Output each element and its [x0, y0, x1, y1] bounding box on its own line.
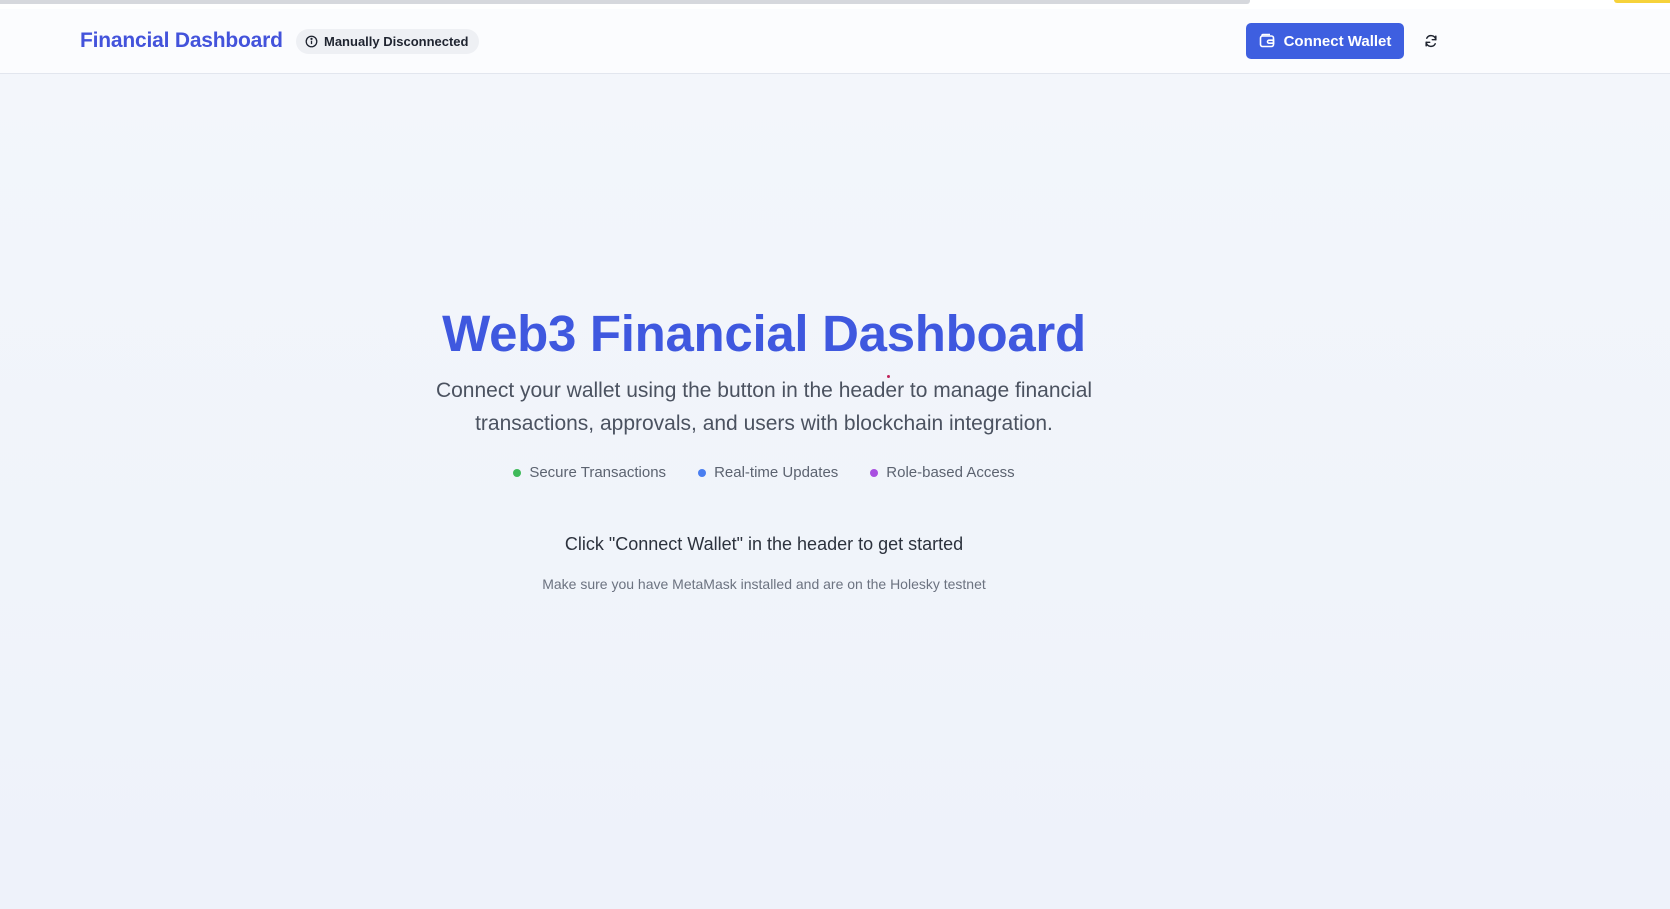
connect-wallet-label: Connect Wallet: [1283, 32, 1392, 50]
blue-dot-icon: [698, 468, 707, 477]
feature-label: Secure Transactions: [529, 464, 667, 481]
browser-top-strip: [0, 0, 1670, 9]
hero-title: Web3 Financial Dashboard: [442, 305, 1086, 362]
feature-label: Role-based Access: [886, 464, 1015, 481]
green-dot-icon: [513, 468, 522, 477]
connect-wallet-button[interactable]: Connect Wallet: [1246, 23, 1404, 59]
scroll-track: [0, 0, 1250, 4]
main-content: Web3 Financial Dashboard Connect your wa…: [0, 74, 1670, 909]
brand-title[interactable]: Financial Dashboard: [80, 29, 283, 53]
feature-realtime-updates: Real-time Updates: [698, 464, 838, 481]
mouse-cursor: [887, 375, 890, 378]
refresh-button[interactable]: [1420, 30, 1442, 52]
feature-label: Real-time Updates: [714, 464, 839, 481]
app-header: Financial Dashboard Manually Disconnecte…: [0, 9, 1670, 74]
get-started-prompt: Click "Connect Wallet" in the header to …: [564, 534, 964, 554]
yellow-tab-indicator: [1614, 0, 1670, 3]
feature-secure-transactions: Secure Transactions: [513, 464, 666, 481]
connection-status-badge: Manually Disconnected: [296, 29, 480, 54]
info-circle-icon: [305, 35, 318, 48]
purple-dot-icon: [870, 468, 879, 477]
wallet-icon: [1259, 33, 1274, 48]
feature-role-based-access: Role-based Access: [870, 464, 1015, 481]
hero-description: Connect your wallet using the button in …: [435, 379, 1093, 435]
metamask-hint: Make sure you have MetaMask installed an…: [542, 576, 986, 592]
feature-list: Secure Transactions Real-time Updates Ro…: [0, 464, 1528, 481]
refresh-icon: [1425, 34, 1437, 48]
status-label: Manually Disconnected: [324, 34, 469, 49]
